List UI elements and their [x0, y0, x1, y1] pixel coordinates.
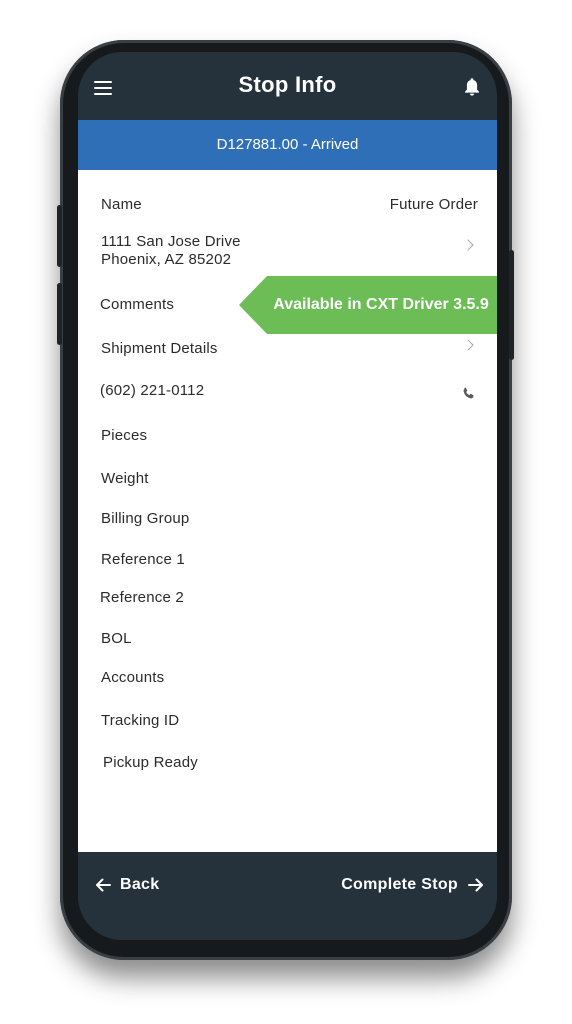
bottom-action-bar: Back Complete Stop: [78, 852, 497, 940]
back-button[interactable]: Back: [95, 874, 159, 896]
comments-label[interactable]: Comments: [100, 296, 174, 313]
address-row[interactable]: 1111 San Jose Drive Phoenix, AZ 85202: [78, 228, 497, 272]
stop-status-banner: D127881.00 - Arrived: [78, 120, 497, 170]
shipment-details-label: Shipment Details: [101, 340, 218, 357]
weight-label: Weight: [101, 470, 149, 487]
address-line1: 1111 San Jose Drive: [101, 233, 241, 250]
version-callout: Available in CXT Driver 3.5.9: [239, 276, 497, 334]
order-type-label: Future Order: [389, 196, 478, 213]
billing-group-label: Billing Group: [101, 510, 190, 527]
arrow-left-icon: [96, 878, 111, 892]
tracking-id-label: Tracking ID: [101, 712, 180, 729]
pieces-label: Pieces: [101, 427, 148, 444]
phone-side-button: [57, 283, 62, 345]
callout-text: Available in CXT Driver 3.5.9: [273, 296, 489, 313]
phone-icon[interactable]: [462, 387, 475, 400]
phone-number: (602) 221-0112: [100, 382, 205, 399]
chevron-right-icon: [462, 239, 474, 251]
accounts-label: Accounts: [101, 669, 165, 686]
pickup-ready-label: Pickup Ready: [103, 754, 198, 771]
phone-side-button: [57, 205, 62, 267]
phone-side-button: [509, 250, 514, 360]
shipment-details-row[interactable]: Shipment Details: [78, 332, 497, 368]
stop-details-list: Name Future Order 1111 San Jose Drive Ph…: [78, 170, 497, 852]
chevron-right-icon: [462, 339, 474, 351]
reference2-label: Reference 2: [100, 589, 184, 606]
back-label: Back: [120, 876, 160, 893]
complete-stop-button[interactable]: Complete Stop: [341, 874, 484, 896]
address-line2: Phoenix, AZ 85202: [101, 251, 232, 268]
arrow-right-icon: [468, 878, 483, 892]
page-title: Stop Info: [238, 72, 337, 97]
complete-stop-label: Complete Stop: [341, 876, 458, 893]
name-label: Name: [101, 196, 142, 213]
bol-label: BOL: [101, 630, 132, 647]
phone-row[interactable]: (602) 221-0112: [78, 372, 497, 408]
app-screen: Stop Info D127881.00 - Arrived Name Futu…: [78, 52, 497, 940]
bell-icon[interactable]: [463, 77, 481, 97]
top-app-bar: Stop Info: [78, 52, 497, 120]
reference1-label: Reference 1: [101, 551, 185, 568]
